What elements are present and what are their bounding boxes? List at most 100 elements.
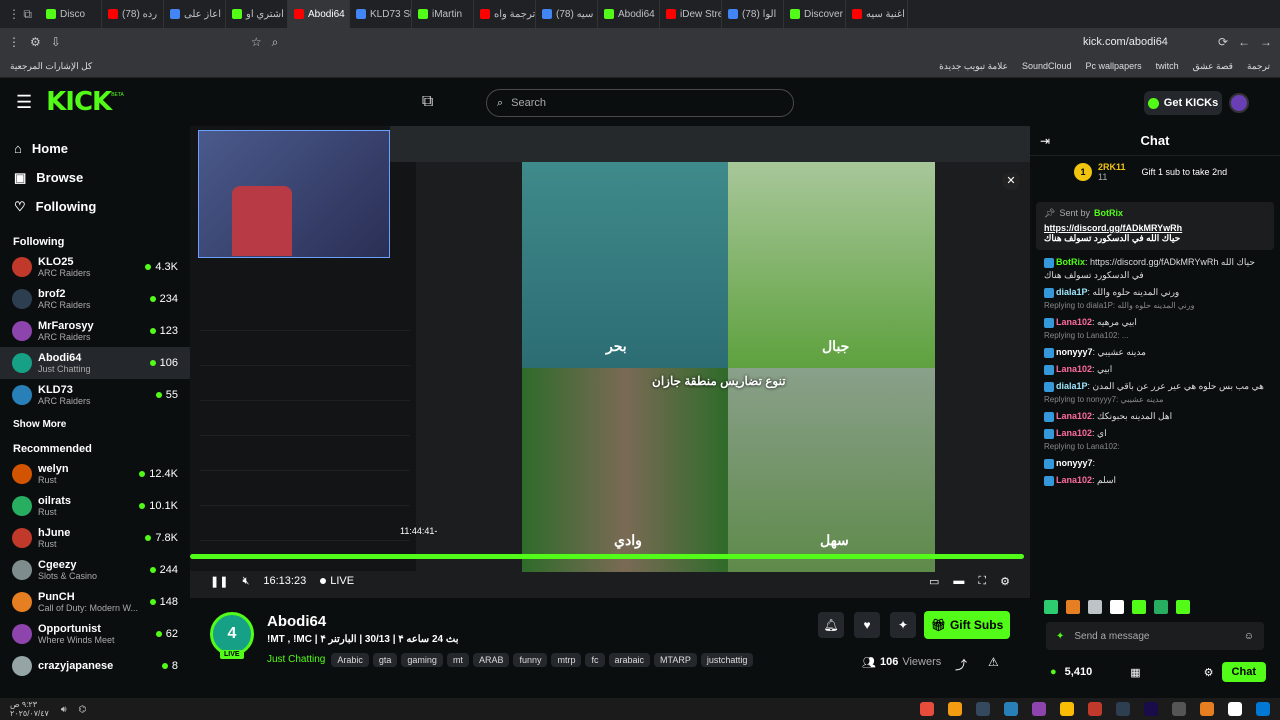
extensions-icon[interactable]: ⚙	[30, 35, 41, 49]
collapse-chat-icon[interactable]: ⇥	[1040, 134, 1050, 148]
chat-username[interactable]: nonyyy7	[1056, 458, 1093, 468]
follow-button[interactable]: ♥	[854, 612, 880, 638]
channel-item[interactable]: hJune Rust 7.8K	[0, 522, 190, 554]
chat-message[interactable]: Lana102: ابيي مرهيه	[1030, 314, 1280, 331]
browser-tab[interactable]: (78) سيه	[536, 0, 598, 28]
app-icon[interactable]	[1200, 702, 1214, 716]
reload-icon[interactable]: ⟳	[1218, 35, 1228, 49]
app-icon[interactable]	[1088, 702, 1102, 716]
browser-tab[interactable]: Disco	[40, 0, 102, 28]
chat-username[interactable]: Lana102	[1056, 428, 1092, 438]
stream-tag[interactable]: ARAB	[472, 653, 510, 667]
browser-tab[interactable]: (78) الوا	[722, 0, 784, 28]
stream-tag[interactable]: Arabic	[331, 653, 369, 667]
browser-tab[interactable]: iDew Stre	[660, 0, 722, 28]
channel-item[interactable]: welyn Rust 12.4K	[0, 458, 190, 490]
stream-tag[interactable]: MTARP	[654, 653, 697, 667]
chat-username[interactable]: nonyyy7	[1056, 347, 1093, 357]
bookmark-item[interactable]: SoundCloud	[1022, 61, 1072, 72]
channel-item[interactable]: Abodi64 Just Chatting 106	[0, 347, 190, 379]
store-icon[interactable]: ▦	[1130, 666, 1140, 679]
browser-tab[interactable]: ترجمة واه	[474, 0, 536, 28]
stream-tag[interactable]: gaming	[401, 653, 443, 667]
stream-tag[interactable]: mt	[446, 653, 469, 667]
bookmark-item[interactable]: قصة عشق	[1193, 61, 1233, 72]
nav-home[interactable]: ⌂ Home	[0, 134, 190, 163]
chat-username[interactable]: diala1P	[1056, 381, 1088, 391]
stream-tag[interactable]: fc	[585, 653, 605, 667]
notification-bell-button[interactable]: 🔔︎	[818, 612, 844, 638]
bookmark-item[interactable]: علامة تبويب جديدة	[939, 61, 1008, 72]
share-icon[interactable]: ⤴	[955, 656, 967, 673]
chat-message[interactable]: Lana102: اي	[1030, 425, 1280, 442]
browser-tab[interactable]: اغنية سيه	[846, 0, 908, 28]
emoji-icon[interactable]: ☺	[1244, 631, 1254, 642]
bookmark-star-icon[interactable]: ☆	[251, 35, 262, 49]
chat-message[interactable]: diala1P: ورني المدينه حلوه والله	[1030, 284, 1280, 301]
zoom-icon[interactable]: ⌕	[272, 35, 279, 50]
app-icon[interactable]	[976, 702, 990, 716]
address-bar[interactable]: kick.com/abodi64	[1083, 36, 1168, 48]
app-icon[interactable]	[920, 702, 934, 716]
menu-icon[interactable]: ⋮	[8, 35, 20, 49]
app-icon[interactable]	[1032, 702, 1046, 716]
hamburger-menu-icon[interactable]: ☰	[16, 92, 32, 113]
report-icon[interactable]: ⚠	[988, 655, 999, 669]
chat-settings-icon[interactable]: ⚙	[1204, 666, 1214, 679]
bookmark-item[interactable]: Pc wallpapers	[1086, 61, 1142, 72]
stream-tag[interactable]: justchattig	[700, 653, 754, 667]
chat-username[interactable]: diala1P	[1056, 287, 1088, 297]
kick-logo[interactable]: KICK	[46, 87, 112, 117]
mute-icon[interactable]: 🔇︎	[242, 575, 249, 588]
back-icon[interactable]: ←	[1238, 35, 1250, 49]
pause-icon[interactable]: ❚❚	[210, 575, 228, 588]
windows-start-icon[interactable]	[1256, 702, 1270, 716]
browser-tab[interactable]: (78) رده	[102, 0, 164, 28]
forward-icon[interactable]: →	[1260, 35, 1272, 49]
clip-icon[interactable]: ▭	[929, 575, 939, 588]
browser-tab[interactable]: اعاز على	[164, 0, 226, 28]
chat-message[interactable]: Lana102: اهل المدينه بحبونكك	[1030, 408, 1280, 425]
close-overlay-icon[interactable]: ✕	[1002, 172, 1020, 190]
chat-message[interactable]: Lana102: ابيي	[1030, 361, 1280, 378]
channel-name[interactable]: Abodi64	[267, 613, 326, 630]
bookmark-item[interactable]: twitch	[1156, 61, 1179, 72]
browser-tab[interactable]: اشتري او	[226, 0, 288, 28]
channel-item[interactable]: Opportunist Where Winds Meet 62	[0, 618, 190, 650]
video-player[interactable]: 11:44:41- بحر جبال وادي سهل تنوع تضاريس …	[190, 126, 1030, 598]
browser-tab[interactable]: iMartin	[412, 0, 474, 28]
app-icon[interactable]	[948, 702, 962, 716]
window-menu-icon[interactable]: ⋮ ⧉	[0, 7, 40, 22]
fullscreen-icon[interactable]: ⛶	[978, 575, 986, 588]
send-chat-button[interactable]: Chat	[1221, 662, 1266, 682]
volume-icon[interactable]: 🔊︎	[61, 704, 67, 715]
user-avatar[interactable]	[1229, 93, 1249, 113]
nav-following[interactable]: ♡ Following	[0, 192, 190, 221]
boost-button[interactable]: ✦	[890, 612, 916, 638]
chat-username[interactable]: BotRix	[1056, 257, 1085, 267]
browser-tab[interactable]: KLD73 Sl	[350, 0, 412, 28]
channel-item[interactable]: oilrats Rust 10.1K	[0, 490, 190, 522]
network-icon[interactable]: ⌬	[79, 704, 87, 715]
channel-item[interactable]: KLD73 ARC Raiders 55	[0, 379, 190, 411]
all-bookmarks[interactable]: كل الإشارات المرجعية	[10, 61, 92, 72]
chat-username[interactable]: Lana102	[1056, 475, 1092, 485]
chat-message[interactable]: BotRix: https://discord.gg/fADkMRYwRh حي…	[1030, 254, 1280, 284]
theater-icon[interactable]: ▬	[953, 575, 964, 587]
chat-message[interactable]: Lana102: اسلم	[1030, 472, 1280, 489]
channel-item[interactable]: KLO25 ARC Raiders 4.3K	[0, 251, 190, 283]
category-link[interactable]: Just Chatting	[267, 654, 325, 665]
bookmark-item[interactable]: ترجمة	[1247, 61, 1270, 72]
after-effects-icon[interactable]	[1144, 702, 1158, 716]
stream-tag[interactable]: mtrp	[551, 653, 582, 667]
channel-item[interactable]: brof2 ARC Raiders 234	[0, 283, 190, 315]
chat-username[interactable]: Lana102	[1056, 364, 1092, 374]
steam-icon[interactable]	[1004, 702, 1018, 716]
search-input[interactable]: ⌕ Search	[486, 89, 794, 117]
download-icon[interactable]: ⇩	[51, 35, 61, 49]
chat-username[interactable]: Lana102	[1056, 411, 1092, 421]
chat-input[interactable]: ✦ Send a message ☺	[1046, 622, 1264, 650]
channel-item[interactable]: Cgeezy Slots & Casino 244	[0, 554, 190, 586]
browser-tab[interactable]: Abodi64	[288, 0, 350, 28]
chat-username[interactable]: Lana102	[1056, 317, 1092, 327]
